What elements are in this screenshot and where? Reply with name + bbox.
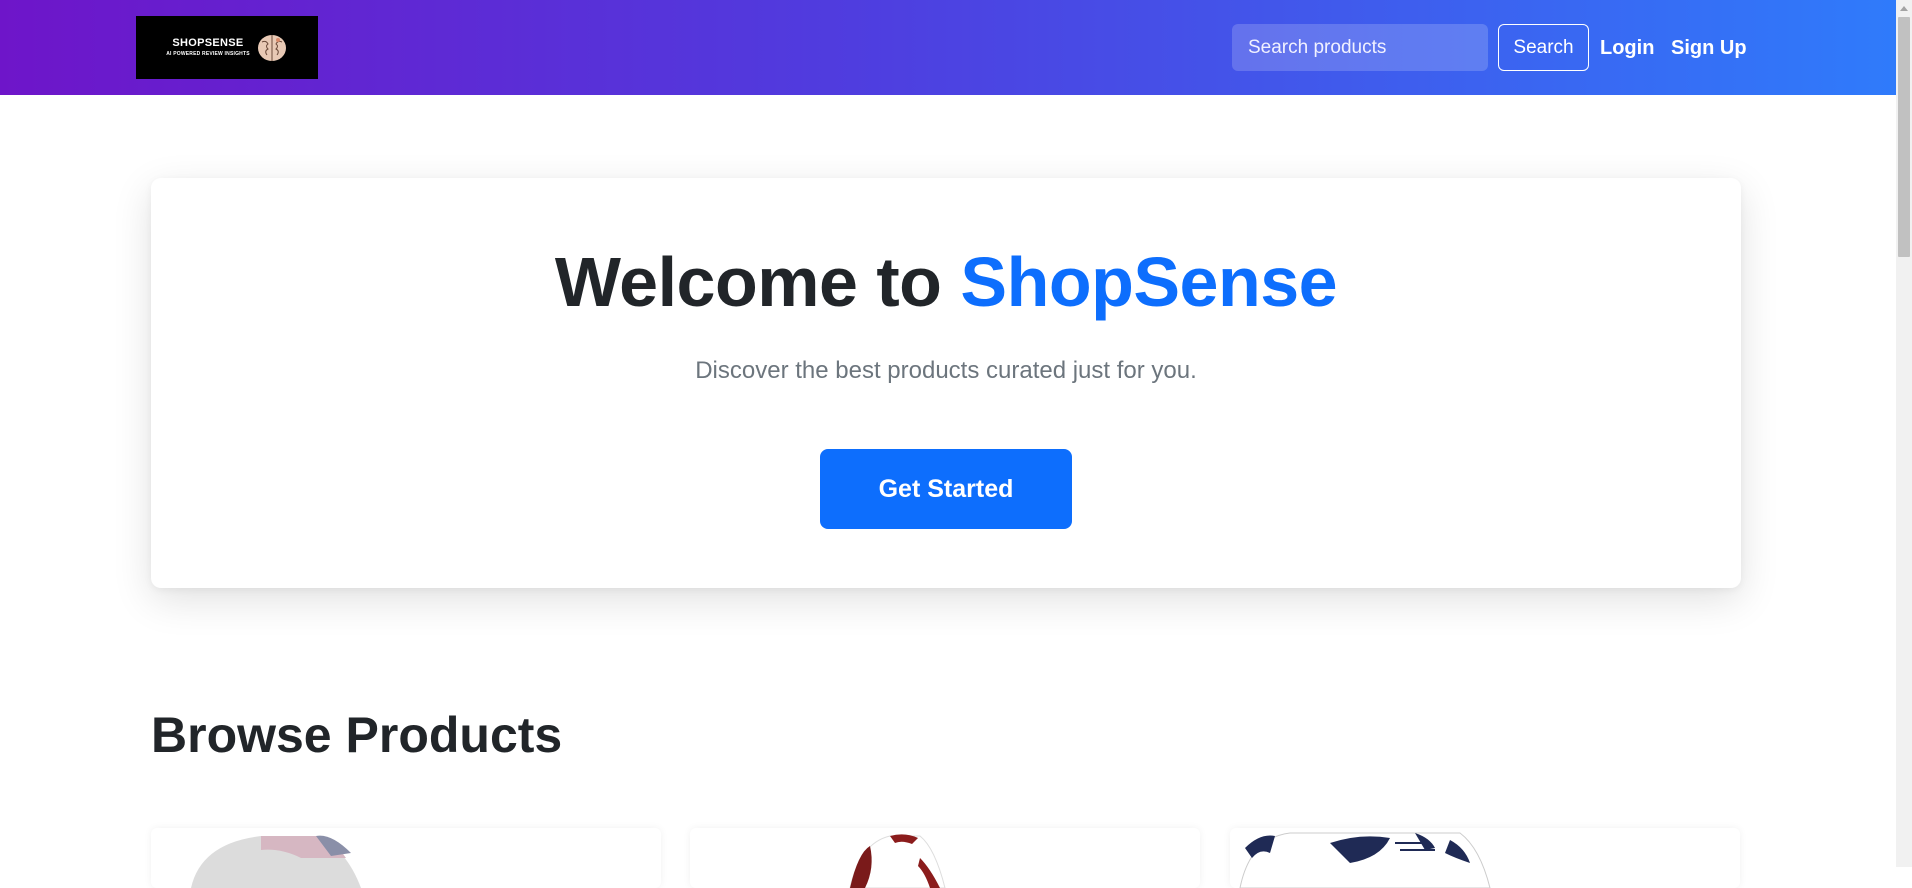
product-card[interactable]: [1230, 828, 1740, 888]
search-button[interactable]: Search: [1498, 24, 1589, 71]
navbar: SHOPSENSE AI POWERED REVIEW INSIGHTS Sea…: [0, 0, 1896, 95]
browse-products-title: Browse Products: [151, 707, 563, 763]
product-card[interactable]: [690, 828, 1200, 888]
hero-title-brand: ShopSense: [960, 243, 1338, 321]
get-started-button[interactable]: Get Started: [820, 449, 1072, 529]
logo-tagline: AI POWERED REVIEW INSIGHTS: [166, 51, 250, 57]
brain-icon: [257, 34, 286, 61]
scrollbar-thumb[interactable]: [1898, 17, 1910, 257]
hero-title: Welcome to ShopSense: [151, 244, 1741, 321]
signup-link[interactable]: Sign Up: [1671, 36, 1747, 60]
logo-text: SHOPSENSE AI POWERED REVIEW INSIGHTS: [166, 38, 250, 57]
product-card[interactable]: [151, 828, 661, 888]
sneaker-navy-white-image[interactable]: [1230, 828, 1740, 888]
search-input[interactable]: [1232, 24, 1488, 71]
logo[interactable]: SHOPSENSE AI POWERED REVIEW INSIGHTS: [136, 16, 318, 79]
scrollbar[interactable]: [1896, 0, 1912, 867]
hero-title-prefix: Welcome to: [554, 243, 961, 321]
login-link[interactable]: Login: [1600, 36, 1654, 60]
logo-title: SHOPSENSE: [172, 37, 244, 49]
sneaker-red-image[interactable]: [690, 828, 1200, 888]
hero-card: Welcome to ShopSense Discover the best p…: [151, 178, 1741, 588]
hero-subtitle: Discover the best products curated just …: [695, 357, 1197, 384]
sneaker-pink-image[interactable]: [151, 828, 661, 888]
scroll-up-arrow-icon[interactable]: [1900, 6, 1908, 11]
